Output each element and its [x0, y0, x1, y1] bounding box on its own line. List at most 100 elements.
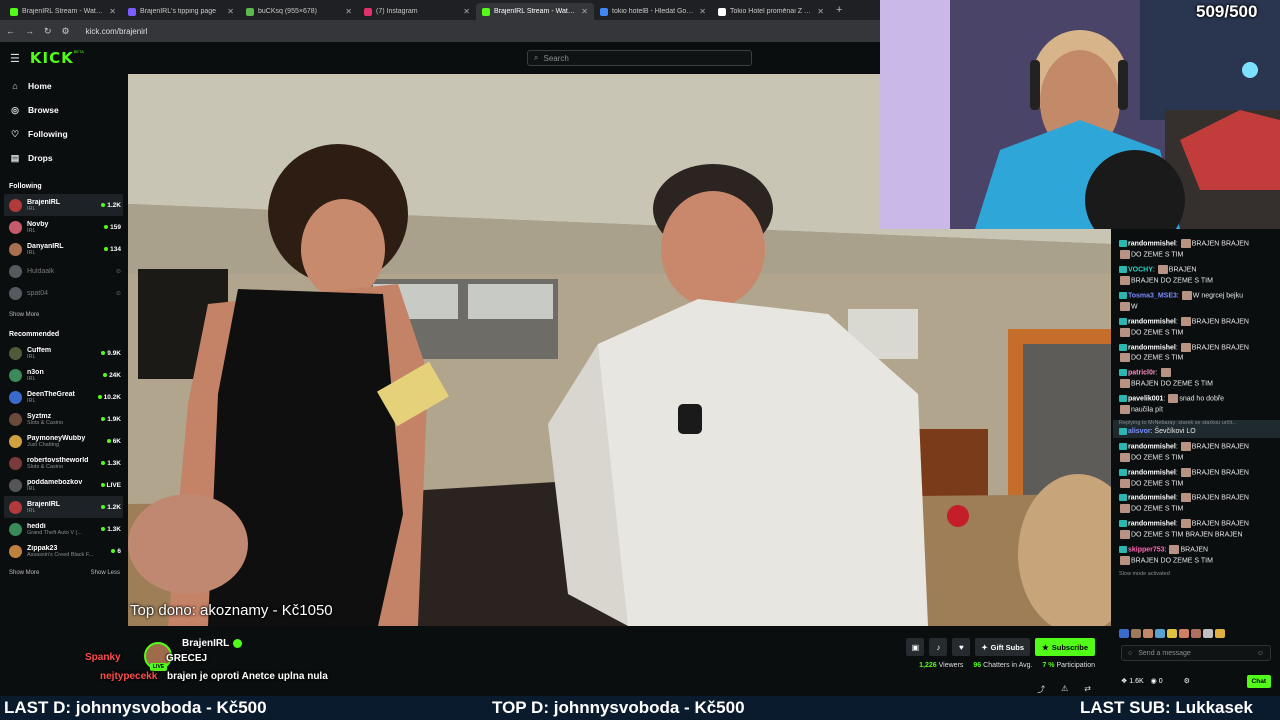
chat-username[interactable]: patricl0r	[1128, 370, 1156, 377]
chat-options-icon[interactable]: ○	[1128, 650, 1132, 657]
channel-name: BrajenIRL	[27, 198, 61, 206]
site-info-icon[interactable]: ⚙	[62, 26, 70, 37]
sidebar-channel[interactable]: Syztmz Slots & Casino 1.9K	[0, 408, 127, 430]
sidebar-channel[interactable]: Novby IRL 159	[0, 216, 127, 238]
chat-text: DO ZEME S TIM	[1131, 454, 1184, 461]
more-icon[interactable]: ⇄	[1084, 684, 1091, 695]
points-icon[interactable]: ❖ 1.6K	[1121, 677, 1144, 685]
nav-item-browse[interactable]: ◎ Browse	[10, 98, 127, 122]
back-icon[interactable]: ←	[6, 26, 15, 36]
sidebar-channel[interactable]: Huldaalk ⊘	[0, 260, 127, 282]
clip-icon[interactable]: ▣	[906, 638, 925, 656]
follow-heart-icon[interactable]: ♥	[952, 638, 971, 656]
browser-tab[interactable]: buCKsq (955×678) ✕	[240, 3, 358, 20]
browser-tab[interactable]: (7) Instagram ✕	[358, 3, 476, 20]
tab-close-icon[interactable]: ✕	[109, 7, 116, 16]
subscribe-button[interactable]: ★ Subscribe	[1035, 638, 1095, 656]
sub-badge-icon	[1119, 442, 1127, 450]
emote-icon[interactable]	[1155, 629, 1165, 638]
kicks-icon[interactable]: ◉ 0	[1151, 677, 1163, 685]
chat-username[interactable]: skipper753	[1128, 547, 1165, 554]
channel-viewer-count: 1.3K	[107, 525, 121, 533]
browser-tab-strip: BrajenIRL Stream - Watch Live✕BrajenIRL'…	[0, 0, 880, 20]
chat-username[interactable]: randommishel	[1128, 521, 1176, 528]
sidebar-channel[interactable]: Cuffem IRL 9.9K	[0, 342, 127, 364]
sidebar-channel[interactable]: poddamebozkov IRL LIVE	[0, 474, 127, 496]
sidebar-channel[interactable]: PaymoneyWubby Just Chatting 6K	[0, 430, 127, 452]
nav-item-label: Browse	[28, 105, 59, 115]
following-show-more[interactable]: Show More	[9, 312, 39, 318]
chat-username[interactable]: randommishel	[1128, 495, 1176, 502]
chat-username[interactable]: randommishel	[1128, 240, 1176, 247]
tab-close-icon[interactable]: ✕	[699, 7, 706, 16]
recommended-show-less[interactable]: Show Less	[91, 570, 120, 576]
reload-icon[interactable]: ↻	[44, 26, 52, 37]
emote-icon[interactable]	[1167, 629, 1177, 638]
share-icon[interactable]: ⤴	[1037, 684, 1045, 695]
channel-viewer-count: 134	[110, 245, 121, 253]
search-input[interactable]: ⌕ Search	[527, 50, 752, 66]
tab-close-icon[interactable]: ✕	[227, 7, 234, 16]
gift-subs-button[interactable]: ✦ Gift Subs	[975, 638, 1030, 656]
sidebar-channel[interactable]: spat04 ⊘	[0, 282, 127, 304]
emote-icon[interactable]	[1143, 629, 1153, 638]
new-tab-icon[interactable]: +	[836, 4, 842, 16]
sidebar-channel[interactable]: heddi Grand Theft Auto V (... 1.3K	[0, 518, 127, 540]
browser-tab[interactable]: BrajenIRL Stream - Watch Live ✕	[476, 3, 594, 20]
tab-close-icon[interactable]: ✕	[817, 7, 824, 16]
search-placeholder: Search	[543, 53, 569, 63]
nav-item-home[interactable]: ⌂ Home	[10, 74, 127, 98]
channel-viewer-count: 1.2K	[107, 201, 121, 209]
channel-name: Novby	[27, 220, 49, 228]
emote-icon[interactable]	[1215, 629, 1225, 638]
forward-icon[interactable]: →	[25, 26, 34, 36]
sidebar-channel[interactable]: BrajenIRL IRL 1.2K	[4, 194, 123, 216]
kick-logo[interactable]: KICKBETA	[30, 49, 84, 68]
chat-send-button[interactable]: Chat	[1246, 674, 1271, 688]
emote-icon[interactable]	[1191, 629, 1201, 638]
chat-username[interactable]: randommishel	[1128, 318, 1176, 325]
bell-icon[interactable]: ♪	[929, 638, 948, 656]
chat-settings-icon[interactable]: ⚙	[1184, 677, 1190, 685]
recommended-show-more[interactable]: Show More	[9, 570, 39, 576]
nav-item-following[interactable]: ♡ Following	[10, 122, 127, 146]
browser-tab[interactable]: BrajenIRL Stream - Watch Live ✕	[4, 3, 122, 20]
chat-username[interactable]: randommishel	[1128, 443, 1176, 450]
tab-close-icon[interactable]: ✕	[463, 7, 470, 16]
sidebar-channel[interactable]: BrajenIRL IRL 1.2K	[4, 496, 123, 518]
report-icon[interactable]: ⚠	[1061, 684, 1068, 695]
emote-icon[interactable]	[1179, 629, 1189, 638]
chat-username[interactable]: randommishel	[1128, 469, 1176, 476]
channel-viewer-count: 1.3K	[107, 459, 121, 467]
emote-icon[interactable]	[1119, 629, 1129, 638]
sidebar-channel[interactable]: DanyanIRL IRL 134	[0, 238, 127, 260]
nav-item-drops[interactable]: ▤ Drops	[10, 146, 127, 170]
chat-username[interactable]: alisvor	[1128, 428, 1151, 435]
channel-info: heddi Grand Theft Auto V (...	[27, 523, 96, 536]
chat-input[interactable]: ○ Send a message ☺	[1121, 645, 1271, 661]
browser-tab[interactable]: Tokio Hotel proměnai Z Bila je ✕	[712, 3, 830, 20]
sidebar-channel[interactable]: n3on IRL 24K	[0, 364, 127, 386]
tab-close-icon[interactable]: ✕	[345, 7, 352, 16]
streamer-name[interactable]: BrajenIRL	[182, 638, 243, 649]
chat-colon: :	[1152, 266, 1157, 274]
chat-username[interactable]: pavelik001	[1128, 396, 1163, 403]
browser-tab[interactable]: BrajenIRL's tipping page ✕	[122, 3, 240, 20]
channel-viewer-count: 1.2K	[107, 503, 121, 511]
chat-username[interactable]: VOCHY	[1128, 266, 1153, 273]
sidebar-channel[interactable]: DeenTheGreat IRL 10.2K	[0, 386, 127, 408]
sub-badge-icon	[1119, 317, 1127, 325]
sidebar-channel[interactable]: Zippak23 Assassin's Creed Black F... 6	[0, 540, 127, 562]
browser-tab[interactable]: tokio hotelB - Hledat Googlem✕	[594, 3, 712, 20]
menu-icon[interactable]: ☰	[10, 52, 20, 65]
emote-picker-icon[interactable]: ☺	[1257, 650, 1264, 657]
channel-name: PaymoneyWubby	[27, 434, 86, 442]
chat-username[interactable]: Tosma3_MSE3	[1128, 292, 1177, 299]
emote-icon[interactable]	[1131, 629, 1141, 638]
emote-icon[interactable]	[1203, 629, 1213, 638]
url-field[interactable]: kick.com/brajenirl	[86, 27, 148, 36]
chat-username[interactable]: randommishel	[1128, 344, 1176, 351]
sidebar-channel[interactable]: robertovstheworld Slots & Casino 1.3K	[0, 452, 127, 474]
tab-close-icon[interactable]: ✕	[581, 7, 588, 16]
stream-actions: ▣ ♪ ♥ ✦ Gift Subs ★ Subscribe	[906, 638, 1095, 656]
